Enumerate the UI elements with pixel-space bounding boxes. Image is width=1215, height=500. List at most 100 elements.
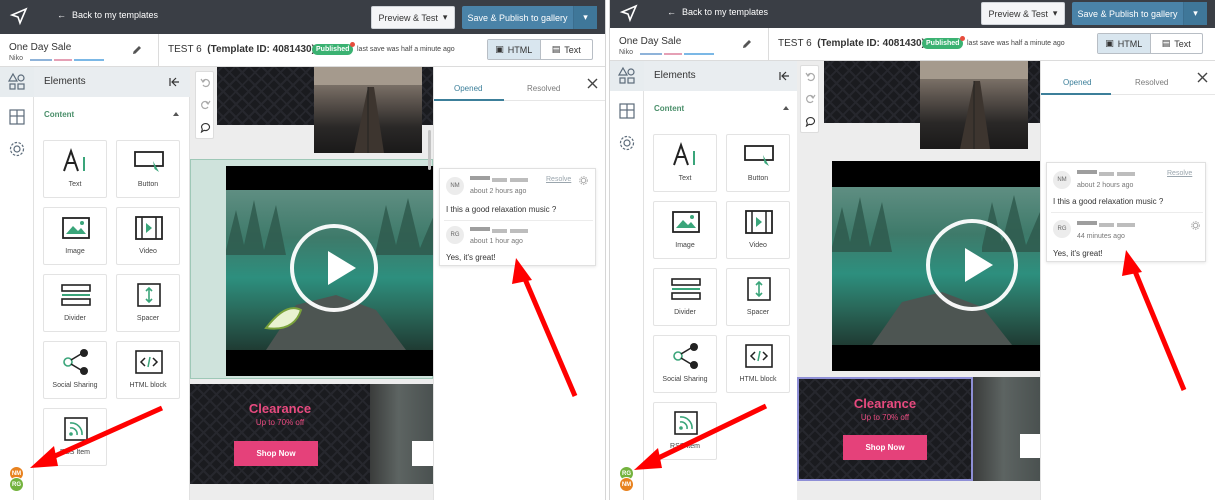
redo-icon[interactable]: [805, 93, 816, 104]
pencil-icon[interactable]: [741, 38, 753, 50]
email-canvas[interactable]: Clearance Up to 70% off Shop Now: [190, 67, 433, 500]
view-toggle[interactable]: ▣ HTML ▤ Text: [487, 39, 593, 60]
resolve-link[interactable]: Resolve: [546, 176, 571, 183]
element-tile-spacer[interactable]: Spacer: [726, 268, 790, 326]
code-icon: [745, 344, 773, 368]
element-tile-rss-item[interactable]: RSS Item: [43, 408, 107, 466]
document-icon: ▤: [551, 44, 561, 54]
top-bar: ← Back to my templates Preview & Test ▾ Sa…: [0, 0, 605, 34]
element-tile-video[interactable]: Video: [726, 201, 790, 259]
element-tile-video[interactable]: Video: [116, 207, 180, 265]
email-canvas[interactable]: Clearance Up to 70% off Shop Now: [797, 61, 1040, 500]
canvas-scrollbar[interactable]: [428, 130, 431, 170]
resolve-link[interactable]: Resolve: [1167, 170, 1192, 177]
undo-icon[interactable]: [200, 77, 211, 88]
video-thumbnail[interactable]: [226, 166, 433, 376]
element-tile-button[interactable]: Button: [726, 134, 790, 192]
video-thumbnail[interactable]: [832, 161, 1040, 371]
caret-up-icon[interactable]: [783, 106, 789, 110]
gear-icon[interactable]: [7, 139, 27, 159]
caret-up-icon[interactable]: [173, 112, 179, 116]
top-bar: ← Back to my templates Preview & Test ▾ Sa…: [610, 0, 1215, 28]
clearance-banner[interactable]: Clearance Up to 70% off Shop Now: [797, 377, 973, 481]
chevron-down-icon: ▾: [442, 12, 448, 22]
comment-thread[interactable]: NM about 2 hours ago Resolve I this a go…: [439, 168, 596, 266]
publish-button[interactable]: Save & Publish to gallery ▾: [462, 6, 597, 29]
element-tile-image[interactable]: Image: [653, 201, 717, 259]
element-tile-image[interactable]: Image: [43, 207, 107, 265]
publish-dropdown-caret[interactable]: ▾: [1183, 2, 1207, 25]
avatar: RG: [446, 226, 464, 244]
element-tile-social-sharing[interactable]: Social Sharing: [653, 335, 717, 393]
pier-image[interactable]: [920, 61, 1028, 149]
redo-icon[interactable]: [200, 99, 211, 110]
avatar[interactable]: NM: [619, 477, 634, 492]
element-tile-button[interactable]: Button: [116, 140, 180, 198]
commenter-name: [1099, 172, 1114, 176]
pier-image[interactable]: [314, 67, 422, 153]
banner-side-button[interactable]: [412, 441, 433, 466]
html-view-button[interactable]: ▣ HTML: [488, 40, 541, 59]
comment-icon[interactable]: [200, 122, 211, 133]
text-view-button[interactable]: ▤ Text: [541, 40, 593, 59]
pier-drawing: [920, 61, 1028, 149]
shop-now-button[interactable]: Shop Now: [843, 435, 927, 460]
publish-dropdown-caret[interactable]: ▾: [573, 6, 597, 29]
preview-test-button[interactable]: Preview & Test ▾: [981, 2, 1065, 25]
tab-resolved[interactable]: Resolved: [527, 84, 560, 93]
element-tile-divider[interactable]: Divider: [653, 268, 717, 326]
commenter-name: [1077, 221, 1097, 225]
content-section-label[interactable]: Content: [654, 104, 684, 113]
element-tile-html-block[interactable]: HTML block: [116, 341, 180, 399]
commenter-name: [510, 178, 528, 182]
shapes-icon[interactable]: [617, 66, 637, 86]
element-tile-spacer[interactable]: Spacer: [116, 274, 180, 332]
template-name[interactable]: One Day Sale: [619, 36, 681, 47]
html-view-button[interactable]: ▣ HTML: [1098, 34, 1151, 53]
text-view-button[interactable]: ▤ Text: [1151, 34, 1203, 53]
tab-opened[interactable]: Opened: [1063, 78, 1091, 87]
gear-icon[interactable]: [579, 176, 588, 185]
paper-plane-icon[interactable]: [7, 4, 31, 28]
layout-icon[interactable]: [7, 107, 27, 127]
undo-icon[interactable]: [805, 71, 816, 82]
banner-side-image[interactable]: [370, 384, 433, 484]
collapse-panel-icon[interactable]: [168, 76, 180, 88]
banner-side-button[interactable]: [1020, 434, 1040, 458]
selected-video-block[interactable]: [190, 159, 433, 379]
notification-dot: [960, 36, 966, 41]
paper-plane-icon[interactable]: [617, 1, 641, 25]
collapse-panel-icon[interactable]: [778, 70, 790, 82]
gear-icon[interactable]: [617, 133, 637, 153]
gear-icon[interactable]: [1191, 221, 1200, 230]
clearance-banner[interactable]: Clearance Up to 70% off Shop Now: [190, 384, 370, 484]
element-tile-html-block[interactable]: HTML block: [726, 335, 790, 393]
banner-side-image[interactable]: [973, 377, 1040, 481]
view-toggle[interactable]: ▣ HTML ▤ Text: [1097, 33, 1203, 54]
close-icon[interactable]: [1197, 72, 1208, 83]
share-icon: [63, 349, 88, 375]
close-icon[interactable]: [587, 78, 598, 89]
shop-now-button[interactable]: Shop Now: [234, 441, 318, 466]
arrow-left-icon: ←: [57, 10, 66, 20]
pencil-icon[interactable]: [131, 44, 143, 56]
element-tile-divider[interactable]: Divider: [43, 274, 107, 332]
comment-time: 44 minutes ago: [1077, 233, 1125, 240]
template-name[interactable]: One Day Sale: [9, 42, 71, 53]
element-tile-text[interactable]: Text: [43, 140, 107, 198]
publish-button[interactable]: Save & Publish to gallery ▾: [1072, 2, 1207, 25]
back-to-templates-link[interactable]: ← Back to my templates: [667, 7, 768, 17]
layout-icon[interactable]: [617, 101, 637, 121]
content-section-label[interactable]: Content: [44, 110, 74, 119]
comment-thread[interactable]: NM about 2 hours ago Resolve I this a go…: [1046, 162, 1206, 262]
tab-opened[interactable]: Opened: [454, 84, 482, 93]
element-tile-rss-item[interactable]: RSS Item: [653, 402, 717, 460]
element-tile-social-sharing[interactable]: Social Sharing: [43, 341, 107, 399]
back-to-templates-link[interactable]: ← Back to my templates: [57, 10, 158, 20]
comment-icon[interactable]: [805, 116, 816, 127]
tab-resolved[interactable]: Resolved: [1135, 78, 1168, 87]
shapes-icon[interactable]: [7, 72, 27, 92]
avatar[interactable]: RG: [9, 477, 24, 492]
element-tile-text[interactable]: Text: [653, 134, 717, 192]
preview-test-button[interactable]: Preview & Test ▾: [371, 6, 455, 29]
